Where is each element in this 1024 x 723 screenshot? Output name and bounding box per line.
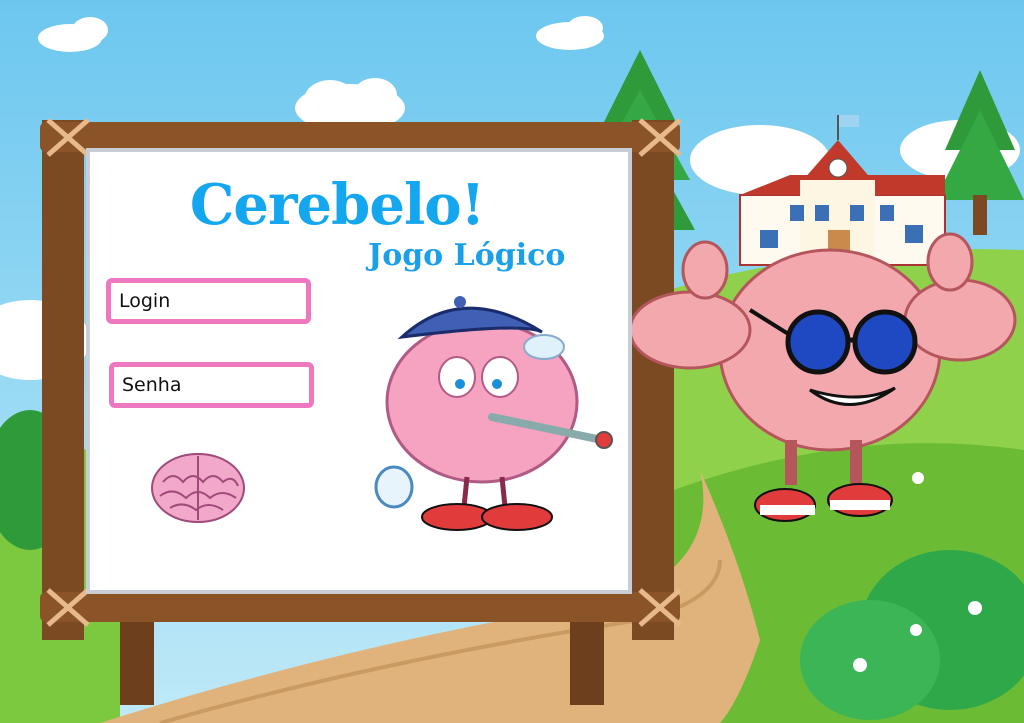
password-field[interactable] [109, 362, 314, 408]
login-field[interactable] [106, 278, 311, 324]
game-title: Cerebelo! [189, 172, 485, 238]
game-subtitle: Jogo Lógico [368, 238, 566, 273]
signboard: Cerebelo! Jogo Lógico [86, 148, 632, 594]
game-scene: Cerebelo! Jogo Lógico [0, 0, 1024, 723]
password-input[interactable] [114, 367, 309, 403]
brain-logo-icon[interactable] [148, 452, 248, 527]
sick-brain-character [374, 296, 613, 531]
login-input[interactable] [111, 283, 306, 319]
flag-icon [839, 115, 859, 127]
